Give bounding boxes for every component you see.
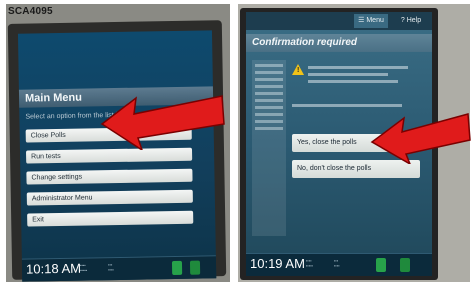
help-button[interactable]: ? Help — [394, 14, 428, 28]
page-title: Confirmation required — [246, 34, 432, 52]
exit-button[interactable]: Exit — [27, 210, 194, 227]
change-settings-button[interactable]: Change settings — [26, 168, 193, 185]
status-info: ▪▪▪ ▪▪▪▪ — [107, 262, 114, 273]
arrow-icon — [100, 95, 225, 150]
prompt-text — [292, 104, 402, 111]
power-icon — [189, 260, 201, 275]
top-bar: ☰ Menu ? Help — [246, 12, 432, 30]
warning-icon: ! — [297, 67, 300, 74]
status-info: ▪▪▪▪ ▪▪▪▪▪ — [306, 258, 314, 268]
menu-button[interactable]: ☰ Menu — [354, 14, 388, 28]
arrow-icon — [370, 113, 471, 164]
power-icon — [376, 258, 386, 272]
clock: 10:18 AM — [25, 260, 82, 277]
clock: 10:19 AM — [250, 256, 305, 271]
run-tests-button[interactable]: Run tests — [25, 147, 193, 164]
main-menu-screen: Main Menu Select an option from the list… — [17, 30, 217, 282]
side-panel — [252, 60, 286, 236]
administrator-menu-button[interactable]: Administrator Menu — [26, 189, 193, 206]
power-icon — [400, 258, 410, 272]
status-bar: 10:18 AM ▪▪▪▪ ▪▪▪▪▪ ▪▪▪ ▪▪▪▪ — [21, 255, 217, 282]
status-bar: 10:19 AM ▪▪▪▪ ▪▪▪▪▪ ▪▪▪ ▪▪▪▪ — [246, 253, 432, 276]
status-info: ▪▪▪▪ ▪▪▪▪▪ — [79, 262, 88, 273]
warning-text — [308, 66, 408, 87]
device-label: SCA4095 — [8, 6, 53, 17]
power-icon — [171, 260, 183, 276]
status-info: ▪▪▪ ▪▪▪▪ — [334, 258, 340, 268]
